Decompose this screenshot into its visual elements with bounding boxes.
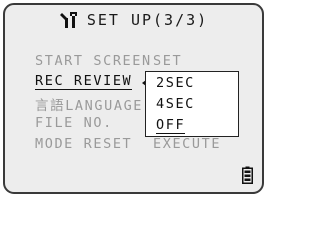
menu-item-start-screen[interactable]: START SCREEN SET [35,53,181,69]
option-off[interactable]: OFF [156,117,186,134]
menu-item-mode-reset[interactable]: MODE RESET EXECUTE [35,136,219,152]
menu-item-value: EXECUTE [153,136,222,152]
menu-item-file-no[interactable]: FILE NO. [35,115,113,131]
rec-review-options[interactable]: 2SEC 4SEC OFF [145,71,239,137]
menu-item-label: START SCREEN [35,53,152,69]
option-2sec[interactable]: 2SEC [156,75,195,91]
menu-item-label: 言語LANGUAGE [35,98,144,114]
option-4sec[interactable]: 4SEC [156,96,195,112]
menu-item-label: MODE RESET [35,136,133,152]
page-title: SET UP(3/3) [86,11,209,29]
menu-item-rec-review[interactable]: REC REVIEW [35,73,133,90]
menu-item-label: FILE NO. [35,115,113,131]
menu-header: SET UP(3/3) [5,5,262,35]
menu-item-language[interactable]: 言語LANGUAGE [35,94,143,114]
menu-item-label: REC REVIEW [35,73,133,90]
battery-full-icon [242,166,253,184]
wrench-setup-icon [59,11,81,29]
camera-menu-screen: SET UP(3/3) START SCREEN SET REC REVIEW … [3,3,264,194]
menu-item-value: SET [153,53,183,69]
